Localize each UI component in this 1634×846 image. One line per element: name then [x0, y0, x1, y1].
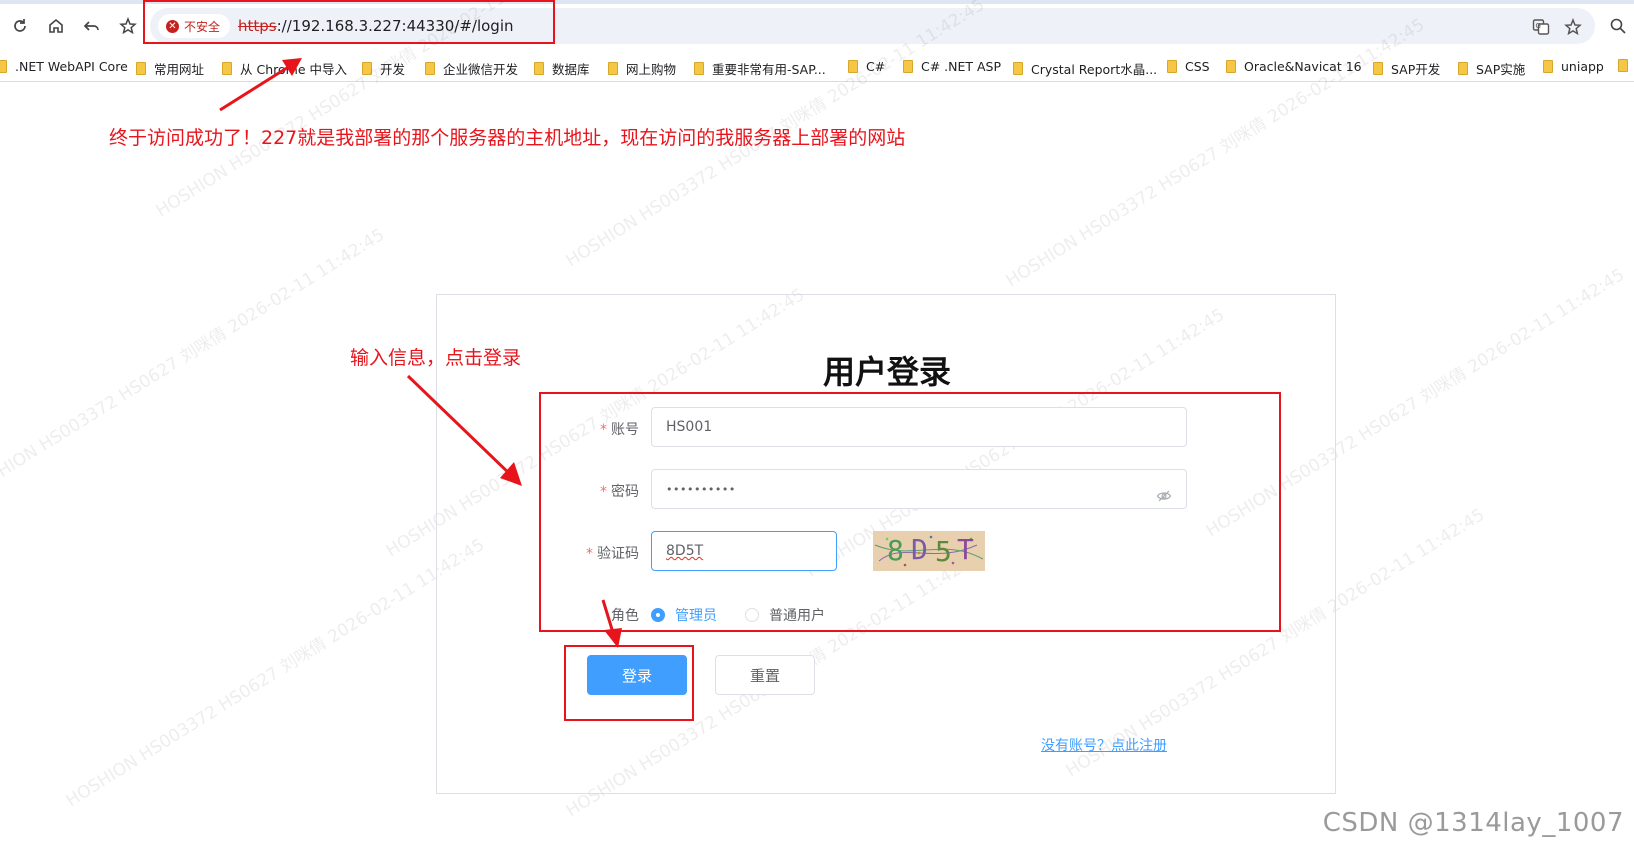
bookmark-label: CSS: [1185, 59, 1210, 74]
bookmark-item[interactable]: Oracle&Navicat 16: [1226, 59, 1362, 74]
bookmark-item[interactable]: uniapp: [1543, 59, 1604, 74]
folder-icon: [425, 62, 435, 75]
search-icon[interactable]: [1604, 12, 1632, 40]
folder-icon: [362, 62, 372, 75]
bookmark-overflow[interactable]: [1618, 59, 1628, 72]
folder-icon: [1167, 60, 1177, 73]
translate-icon[interactable]: G: [1530, 16, 1552, 38]
folder-icon: [136, 62, 146, 75]
bookmark-label: .NET WebAPI Core: [15, 59, 128, 74]
bookmark-label: SAP开发: [1391, 62, 1441, 77]
home-icon[interactable]: [42, 12, 70, 40]
bookmark-label: 企业微信开发: [443, 62, 519, 77]
csdn-watermark: CSDN @1314lay_1007: [1322, 808, 1624, 838]
bookmark-item[interactable]: C#: [848, 59, 885, 74]
bookmark-item[interactable]: SAP实施: [1458, 59, 1525, 78]
folder-icon: [903, 60, 913, 73]
bookmark-item[interactable]: .NET WebAPI Core: [0, 59, 128, 74]
bookmark-item[interactable]: CSS: [1167, 59, 1210, 74]
bookmark-item[interactable]: 数据库: [534, 59, 590, 78]
reload-icon[interactable]: [6, 12, 34, 40]
bookmark-label: uniapp: [1561, 59, 1604, 74]
folder-icon: [1543, 60, 1553, 73]
bookmark-label: 从 Chrome 中导入: [240, 62, 347, 77]
bookmark-label: 开发: [380, 62, 406, 77]
bookmark-item[interactable]: 网上购物: [608, 59, 676, 78]
folder-icon: [534, 62, 544, 75]
bookmark-label: 数据库: [552, 62, 590, 77]
bookmark-item[interactable]: 开发: [362, 59, 405, 78]
folder-icon: [694, 62, 704, 75]
login-title: 用户登录: [822, 353, 951, 391]
annotation-note-top: 终于访问成功了！227就是我部署的那个服务器的主机地址，现在访问的我服务器上部署…: [109, 127, 906, 149]
star-icon[interactable]: [114, 12, 142, 40]
bookmark-item[interactable]: Crystal Report水晶...: [1013, 59, 1157, 78]
bookmark-item[interactable]: SAP开发: [1373, 59, 1440, 78]
folder-icon: [222, 62, 232, 75]
bookmark-label: Oracle&Navicat 16: [1244, 59, 1362, 74]
watermark-text: HOSHION HS003372 HS0627 刘咪倩 2026-02-11 1…: [0, 224, 389, 502]
bookmark-label: C# .NET ASP: [921, 59, 1002, 74]
bookmark-label: C#: [866, 59, 886, 74]
folder-icon: [848, 60, 858, 73]
folder-icon: [1618, 59, 1628, 72]
register-link[interactable]: 没有账号？点此注册: [1041, 735, 1167, 755]
url-highlight-box: [143, 0, 555, 44]
svg-text:G: G: [1536, 22, 1541, 30]
bookmark-label: SAP实施: [1476, 62, 1526, 77]
bookmark-label: Crystal Report水晶...: [1031, 62, 1158, 77]
bookmark-star-icon[interactable]: [1562, 16, 1584, 38]
folder-icon: [0, 60, 7, 73]
folder-icon: [608, 62, 618, 75]
annotation-note-form: 输入信息，点击登录: [350, 347, 522, 369]
bookmark-item[interactable]: 企业微信开发: [425, 59, 518, 78]
bookmark-item[interactable]: 常用网址: [136, 59, 204, 78]
folder-icon: [1013, 62, 1023, 75]
folder-icon: [1373, 62, 1383, 75]
bookmark-item[interactable]: 重要非常有用-SAP...: [694, 59, 826, 78]
watermark-text: HOSHION HS003372 HS0627 刘咪倩 2026-02-11 1…: [62, 534, 489, 812]
folder-icon: [1458, 62, 1468, 75]
form-highlight-box: [539, 392, 1281, 632]
reset-button[interactable]: 重置: [715, 655, 815, 695]
bookmark-item[interactable]: C# .NET ASP: [903, 59, 1001, 74]
bookmark-label: 网上购物: [626, 62, 677, 77]
login-highlight-box: [564, 645, 694, 721]
back-icon[interactable]: [78, 12, 106, 40]
bookmark-label: 重要非常有用-SAP...: [712, 62, 826, 77]
bookmarks-bar: .NET WebAPI Core 常用网址 从 Chrome 中导入 开发 企业…: [0, 52, 1634, 82]
bookmark-item[interactable]: 从 Chrome 中导入: [222, 59, 347, 78]
folder-icon: [1226, 60, 1236, 73]
bookmark-label: 常用网址: [154, 62, 205, 77]
